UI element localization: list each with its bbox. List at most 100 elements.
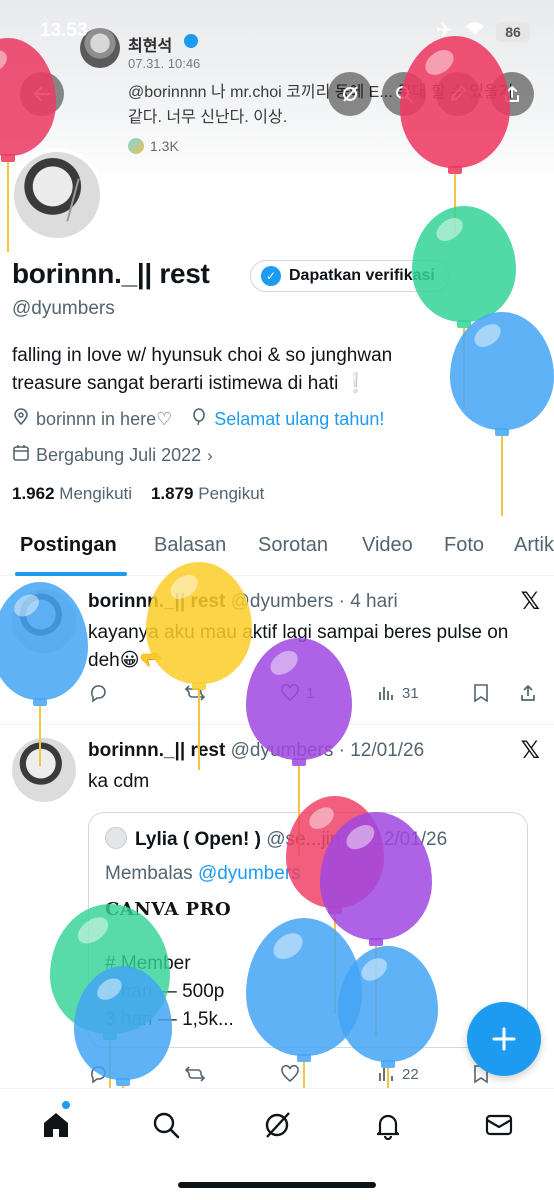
quote-avatar bbox=[105, 827, 127, 849]
profile-avatar[interactable] bbox=[10, 148, 104, 242]
tab-posts[interactable]: Postingan bbox=[20, 534, 117, 557]
tab-articles[interactable]: Artikel bbox=[514, 534, 554, 557]
reply-mention-link[interactable]: @dyumbers bbox=[198, 863, 301, 884]
share-button[interactable] bbox=[490, 72, 534, 116]
calendar-icon bbox=[12, 444, 30, 467]
quote-line-2: 1 hari — 500p bbox=[105, 981, 225, 1002]
views-button[interactable]: 22 bbox=[376, 1064, 419, 1084]
profile-bio: falling in love w/ hyunsuk choi & so jun… bbox=[12, 342, 472, 398]
nav-messages[interactable] bbox=[481, 1107, 517, 1143]
followers-label: Pengikut bbox=[198, 484, 265, 503]
birthday-link[interactable]: Selamat ulang tahun! bbox=[214, 409, 384, 430]
active-tab-indicator bbox=[15, 572, 127, 576]
display-name: borinnn._|| rest bbox=[12, 258, 210, 289]
post-author-name: borinnn._|| rest bbox=[88, 740, 226, 761]
post-author-handle: @dyumbers bbox=[230, 740, 334, 761]
tab-video[interactable]: Video bbox=[362, 534, 413, 557]
post-time: · 4 hari bbox=[338, 591, 398, 612]
followers-count: 1.879 bbox=[150, 484, 194, 503]
repost-button[interactable] bbox=[184, 683, 206, 703]
status-bar: 13.53 ✈ 86 bbox=[0, 0, 554, 64]
quote-author-name: Lylia ( Open! ) bbox=[135, 829, 261, 850]
nav-search[interactable] bbox=[148, 1107, 184, 1143]
nav-notifications[interactable] bbox=[370, 1107, 406, 1143]
tab-replies[interactable]: Balasan bbox=[154, 534, 226, 557]
quoted-post[interactable]: Lylia ( Open! ) @se...jin... · 12/01/26 … bbox=[88, 812, 528, 1048]
search-icon bbox=[153, 1112, 180, 1139]
views-count: 31 bbox=[402, 684, 419, 702]
views-icon bbox=[379, 687, 393, 700]
grok-icon bbox=[265, 1112, 290, 1138]
share-icon bbox=[521, 685, 535, 701]
tab-photos[interactable]: Foto bbox=[444, 534, 484, 557]
post-author-handle: @dyumbers bbox=[230, 591, 334, 612]
pencil-icon bbox=[451, 86, 466, 101]
views-button[interactable]: 31 bbox=[376, 683, 419, 703]
edit-button[interactable] bbox=[436, 72, 480, 116]
profile-location: borinnn in here♡ bbox=[36, 409, 173, 429]
plus-icon bbox=[492, 1027, 516, 1051]
joined-date: Bergabung Juli 2022 bbox=[36, 445, 202, 465]
home-indicator bbox=[178, 1182, 376, 1188]
joined-row[interactable]: Bergabung Juli 2022 › bbox=[12, 444, 213, 467]
repost-button[interactable] bbox=[184, 1064, 206, 1084]
reply-prefix: Membalas bbox=[105, 863, 193, 884]
quote-line-3: 3 hari — 1,5k... bbox=[105, 1009, 234, 1030]
nav-grok[interactable] bbox=[259, 1107, 295, 1143]
status-time: 13.53 bbox=[40, 20, 88, 41]
location-pin-icon bbox=[12, 408, 30, 431]
bookmark-icon bbox=[474, 684, 488, 703]
grok-button[interactable] bbox=[328, 72, 372, 116]
share-icon bbox=[505, 86, 519, 102]
reply-button[interactable] bbox=[88, 683, 108, 703]
post-actions: 22 bbox=[88, 1064, 540, 1088]
post-1[interactable]: borinnn._|| rest @dyumbers · 4 hari 𝕏 ka… bbox=[0, 577, 554, 725]
repost-icon bbox=[184, 1066, 206, 1082]
repost-icon bbox=[184, 685, 206, 701]
follow-stats: 1.962 Mengikuti 1.879 Pengikut bbox=[12, 484, 264, 504]
airplane-icon: ✈ bbox=[436, 20, 453, 42]
battery-icon: 86 bbox=[496, 22, 530, 42]
quote-line-1: # Member bbox=[105, 953, 191, 974]
avatar-image bbox=[14, 152, 100, 238]
following-link[interactable]: 1.962 Mengikuti bbox=[12, 484, 132, 503]
tab-highlights[interactable]: Sorotan bbox=[258, 534, 328, 557]
profile-tabs: Postingan Balasan Sorotan Video Foto Art… bbox=[0, 520, 554, 576]
post-avatar[interactable] bbox=[12, 589, 76, 653]
post-avatar[interactable] bbox=[12, 738, 76, 802]
bio-line-2: treasure sangat berarti istimewa di hati… bbox=[12, 373, 368, 394]
wifi-icon bbox=[466, 22, 484, 35]
nav-home[interactable] bbox=[38, 1107, 74, 1143]
post-header: borinnn._|| rest @dyumbers · 12/01/26 bbox=[88, 740, 424, 762]
share-post-button[interactable] bbox=[518, 683, 538, 703]
post-text: ka cdm bbox=[88, 771, 150, 792]
banner-likes-count: 1.3K bbox=[150, 138, 179, 154]
post-text: kayanya aku mau aktif lagi sampai beres … bbox=[88, 622, 509, 671]
x-logo-icon: 𝕏 bbox=[520, 588, 540, 615]
views-count: 22 bbox=[402, 1065, 419, 1083]
bell-icon bbox=[376, 1114, 400, 1140]
views-icon bbox=[379, 1068, 393, 1081]
reply-icon bbox=[91, 685, 106, 703]
quote-title: CANVA PRO bbox=[105, 899, 232, 920]
like-button[interactable]: 1 bbox=[280, 683, 314, 703]
balloon-icon bbox=[190, 408, 208, 431]
reply-button[interactable] bbox=[88, 1064, 108, 1084]
followers-link[interactable]: 1.879 Pengikut bbox=[151, 484, 264, 503]
chevron-right-icon: › bbox=[207, 445, 213, 465]
post-actions: 1 31 bbox=[88, 683, 540, 707]
mail-icon bbox=[485, 1114, 513, 1136]
heart-icon bbox=[281, 683, 299, 702]
reaction-icon bbox=[128, 138, 144, 154]
reply-icon bbox=[91, 1066, 106, 1084]
search-button[interactable] bbox=[382, 72, 426, 116]
like-button[interactable] bbox=[280, 1064, 300, 1084]
verified-badge-icon: ✓ bbox=[261, 266, 281, 286]
quote-reply-context: Membalas @dyumbers bbox=[105, 863, 301, 885]
quote-header: Lylia ( Open! ) @se...jin... · 12/01/26 bbox=[105, 827, 447, 851]
notification-dot bbox=[62, 1101, 70, 1109]
bookmark-button[interactable] bbox=[472, 683, 490, 703]
back-button[interactable] bbox=[20, 72, 64, 116]
compose-button[interactable] bbox=[467, 1002, 541, 1076]
get-verified-button[interactable]: ✓ Dapatkan verifikasi bbox=[250, 260, 450, 292]
